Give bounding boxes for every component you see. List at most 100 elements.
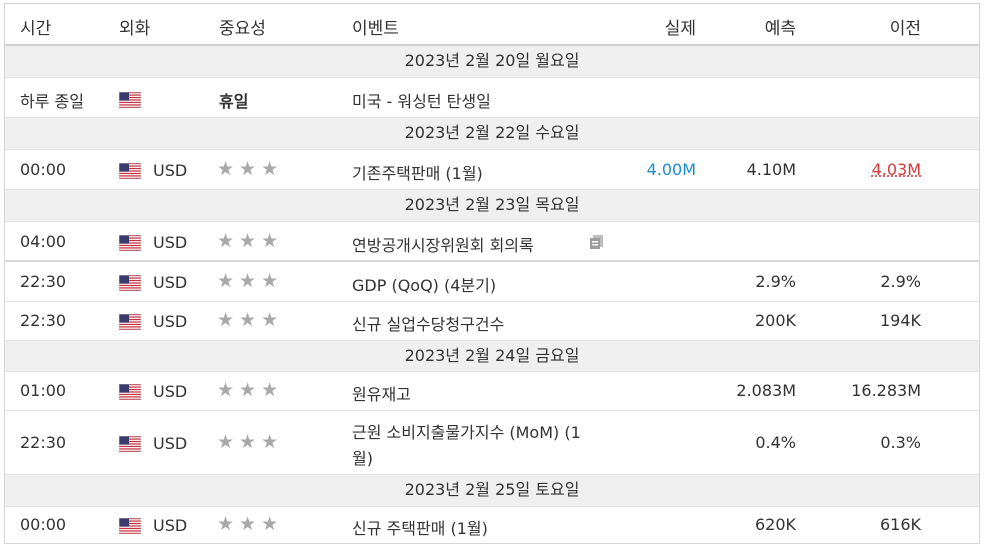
event-actual: 4.00M [646,160,696,179]
event-forecast: 620K [754,515,796,534]
event-time: 하루 종일 [20,92,84,111]
us-flag-icon [119,384,141,400]
event-previous: 0.3% [880,433,921,452]
document-icon[interactable] [589,234,605,250]
star-icon: ★ [261,513,279,535]
event-time: 22:30 [20,311,67,330]
event-name[interactable]: 신규 실업수당청구건수 [352,311,504,335]
table-row[interactable]: 00:00 USD ★ ★ ★ 신규 주택판매 (1월) 620K 616K [5,507,979,543]
star-icon: ★ [239,230,257,252]
date-label: 2023년 2월 20일 월요일 [404,51,580,70]
table-row[interactable]: 하루 종일 휴일 미국 - 워싱턴 탄생일 [5,78,979,118]
event-previous: 16.283M [851,381,921,400]
date-row: 2023년 2월 23일 목요일 [5,190,979,222]
event-currency: USD [153,516,188,535]
event-currency: USD [153,382,188,401]
star-icon: ★ [261,270,279,292]
star-icon: ★ [261,379,279,401]
event-name[interactable]: 원유재고 [352,381,411,405]
importance-stars: ★ ★ ★ [217,309,283,331]
star-icon: ★ [239,431,257,453]
event-forecast: 200K [754,311,796,330]
header-currency: 외화 [119,19,151,39]
event-forecast: 0.4% [755,433,796,452]
star-icon: ★ [261,431,279,453]
star-icon: ★ [239,513,257,535]
star-icon: ★ [239,379,257,401]
star-icon: ★ [261,230,279,252]
table-row[interactable]: 22:30 USD ★ ★ ★ 근원 소비지출물가지수 (MoM) (1 월) 0.… [5,411,979,475]
star-icon: ★ [261,309,279,331]
event-currency: USD [153,161,188,180]
star-icon: ★ [217,270,235,292]
header-forecast: 예측 [764,19,796,39]
event-time: 22:30 [20,272,67,291]
star-icon: ★ [239,270,257,292]
importance-stars: ★ ★ ★ [217,513,283,535]
us-flag-icon [119,235,141,251]
star-icon: ★ [239,158,257,180]
header-actual: 실제 [664,19,696,39]
us-flag-icon [119,314,141,330]
table-row[interactable]: 04:00 USD ★ ★ ★ 연방공개시장위원회 회의록 [5,222,979,262]
date-label: 2023년 2월 25일 토요일 [404,480,580,499]
event-name[interactable]: 연방공개시장위원회 회의록 [352,232,534,256]
header-event: 이벤트 [352,19,399,39]
date-label: 2023년 2월 23일 목요일 [404,195,580,214]
event-name[interactable]: 기존주택판매 (1월) [352,160,483,184]
date-row: 2023년 2월 22일 수요일 [5,118,979,150]
event-forecast: 2.9% [755,272,796,291]
importance-stars: ★ ★ ★ [217,158,283,180]
event-time: 04:00 [20,232,67,251]
table-row[interactable]: 01:00 USD ★ ★ ★ 원유재고 2.083M 16.283M [5,372,979,411]
event-name-line1[interactable]: 근원 소비지출물가지수 (MoM) (1 [352,419,581,443]
star-icon: ★ [239,309,257,331]
event-name[interactable]: 미국 - 워싱턴 탄생일 [352,88,491,112]
date-label: 2023년 2월 22일 수요일 [404,123,580,142]
event-previous: 616K [879,515,921,534]
event-name[interactable]: 신규 주택판매 (1월) [352,515,488,539]
event-forecast: 2.083M [736,381,796,400]
calendar-header: 시간 외화 중요성 이벤트 실제 예측 이전 [5,4,979,46]
date-label: 2023년 2월 24일 금요일 [404,346,580,365]
importance-stars: ★ ★ ★ [217,379,283,401]
event-time: 22:30 [20,433,67,452]
economic-calendar: 시간 외화 중요성 이벤트 실제 예측 이전 2023년 2월 20일 월요일 … [4,3,980,544]
us-flag-icon [119,436,141,452]
date-row: 2023년 2월 24일 금요일 [5,341,979,372]
event-previous: 2.9% [880,272,921,291]
event-time: 00:00 [20,160,67,179]
event-previous[interactable]: 4.03M [841,160,921,179]
star-icon: ★ [217,309,235,331]
event-name-line2[interactable]: 월) [352,445,373,469]
us-flag-icon [119,518,141,534]
date-row: 2023년 2월 20일 월요일 [5,46,979,78]
star-icon: ★ [217,513,235,535]
event-time: 00:00 [20,515,67,534]
header-previous: 이전 [889,19,921,39]
event-name[interactable]: GDP (QoQ) (4분기) [352,272,496,296]
table-row[interactable]: 00:00 USD ★ ★ ★ 기존주택판매 (1월) 4.00M 4.10M 4.… [5,150,979,190]
event-currency: USD [153,273,188,292]
star-icon: ★ [217,431,235,453]
us-flag-icon [119,92,141,108]
star-icon: ★ [217,379,235,401]
table-row[interactable]: 22:30 USD ★ ★ ★ GDP (QoQ) (4분기) 2.9% 2.9% [5,263,979,302]
header-time: 시간 [20,19,52,39]
importance-stars: ★ ★ ★ [217,431,283,453]
us-flag-icon [119,275,141,291]
importance-stars: ★ ★ ★ [217,230,283,252]
star-icon: ★ [217,230,235,252]
event-previous: 194K [879,311,921,330]
event-currency: USD [153,434,188,453]
us-flag-icon [119,163,141,179]
header-importance: 중요성 [219,19,266,39]
table-row[interactable]: 22:30 USD ★ ★ ★ 신규 실업수당청구건수 200K 194K [5,302,979,341]
event-currency: USD [153,233,188,252]
star-icon: ★ [217,158,235,180]
event-time: 01:00 [20,381,67,400]
holiday-label: 휴일 [219,92,249,111]
date-row: 2023년 2월 25일 토요일 [5,475,979,507]
event-forecast: 4.10M [746,160,796,179]
importance-stars: ★ ★ ★ [217,270,283,292]
